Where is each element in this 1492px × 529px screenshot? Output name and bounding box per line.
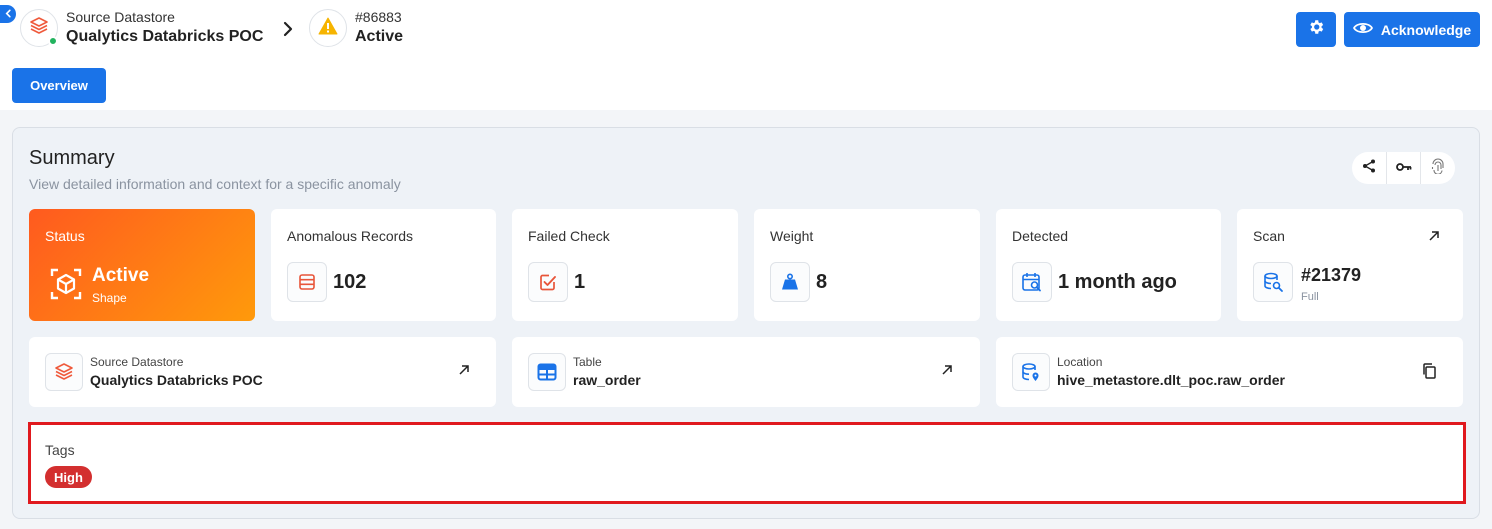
copy-icon [1422, 363, 1437, 383]
summary-title: Summary [29, 147, 115, 169]
eye-icon [1352, 21, 1373, 38]
database-location-icon [1012, 353, 1050, 391]
weight-card: Weight 8 [754, 209, 980, 321]
anomalous-records-card: Anomalous Records 102 [271, 209, 496, 321]
settings-button[interactable] [1296, 12, 1336, 47]
key-icon [1395, 159, 1412, 177]
status-sub: Shape [92, 291, 127, 305]
table-card[interactable]: Table raw_order [512, 337, 980, 407]
scan-card[interactable]: Scan #21379 Full [1237, 209, 1463, 321]
tab-overview[interactable]: Overview [12, 68, 106, 103]
calendar-search-icon [1012, 262, 1052, 302]
breadcrumb-anomaly: #86883 Active [309, 8, 403, 48]
status-label: Status [45, 228, 85, 244]
location-label: Location [1057, 355, 1103, 369]
key-button[interactable] [1386, 152, 1420, 184]
chevron-right-icon [281, 20, 295, 38]
fingerprint-icon [1431, 158, 1445, 179]
table-icon [528, 353, 566, 391]
location-card: Location hive_metastore.dlt_poc.raw_orde… [996, 337, 1463, 407]
summary-actions [1352, 152, 1455, 184]
database-search-icon [1253, 262, 1293, 302]
shape-cube-icon [49, 267, 83, 301]
scan-value[interactable]: #21379 [1301, 265, 1361, 286]
summary-subtitle: View detailed information and context fo… [29, 176, 401, 192]
source-datastore-value: Qualytics Databricks POC [90, 372, 263, 388]
warning-icon [318, 17, 338, 40]
tags-label: Tags [45, 442, 75, 458]
datastore-label: Source Datastore [66, 9, 175, 25]
anomaly-id: #86883 [355, 9, 402, 25]
source-datastore-card[interactable]: Source Datastore Qualytics Databricks PO… [29, 337, 496, 407]
failed-check-value: 1 [574, 271, 586, 293]
breadcrumb-datastore[interactable]: Source Datastore Qualytics Databricks PO… [20, 8, 263, 48]
failed-check-card: Failed Check 1 [512, 209, 738, 321]
records-icon [287, 262, 327, 302]
share-button[interactable] [1352, 152, 1386, 184]
open-datastore-icon[interactable] [457, 363, 473, 379]
detected-value: 1 month ago [1058, 271, 1177, 293]
open-table-icon[interactable] [940, 363, 956, 379]
failed-check-label: Failed Check [528, 228, 610, 244]
anomaly-status: Active [355, 28, 404, 45]
datastore-avatar [20, 9, 58, 47]
detected-card: Detected 1 month ago [996, 209, 1221, 321]
databricks-icon [45, 353, 83, 391]
status-card: Status Active Shape [29, 209, 255, 321]
tag-high[interactable]: High [45, 466, 92, 488]
copy-button[interactable] [1422, 363, 1438, 379]
source-datastore-label: Source Datastore [90, 355, 184, 369]
weight-label: Weight [770, 228, 814, 244]
weight-value: 8 [816, 271, 828, 293]
online-status-dot [48, 36, 58, 46]
tags-section: Tags High [28, 422, 1466, 504]
scan-label: Scan [1253, 228, 1285, 244]
detected-label: Detected [1012, 228, 1069, 244]
failed-check-icon [528, 262, 568, 302]
fingerprint-button[interactable] [1420, 152, 1454, 184]
weight-icon [770, 262, 810, 302]
collapse-sidebar-button[interactable] [0, 5, 16, 23]
acknowledge-button[interactable]: Acknowledge [1344, 12, 1480, 47]
anomaly-avatar [309, 9, 347, 47]
datastore-name: Qualytics Databricks POC [66, 28, 264, 45]
status-value: Active [92, 265, 150, 286]
databricks-icon [29, 16, 49, 41]
scan-type: Full [1301, 291, 1319, 303]
table-value: raw_order [573, 372, 641, 388]
records-value: 102 [333, 271, 367, 293]
acknowledge-label: Acknowledge [1380, 21, 1472, 38]
location-value: hive_metastore.dlt_poc.raw_order [1057, 372, 1285, 388]
records-label: Anomalous Records [287, 228, 414, 244]
open-scan-icon[interactable] [1427, 229, 1441, 248]
gear-icon [1307, 18, 1325, 41]
share-icon [1362, 159, 1376, 178]
chevron-left-icon [4, 5, 13, 23]
table-label: Table [573, 355, 602, 369]
